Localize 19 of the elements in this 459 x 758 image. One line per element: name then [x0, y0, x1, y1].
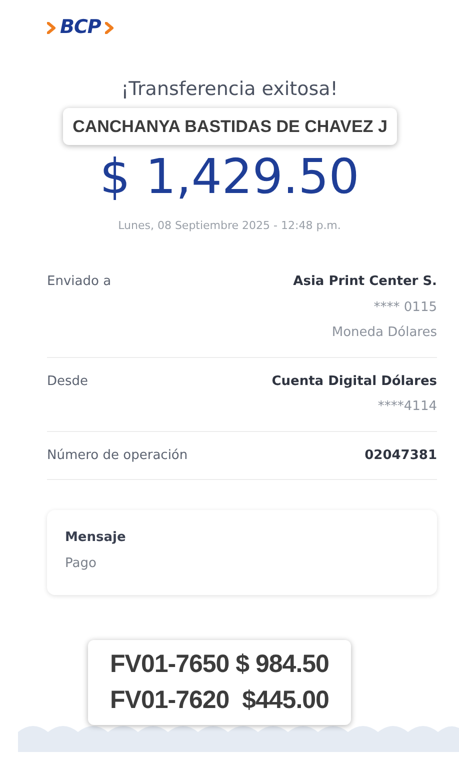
detail-subtext: ****4114 [376, 398, 437, 416]
message-label: Mensaje [65, 529, 127, 548]
amount: $ 1,429.50 [98, 151, 360, 204]
detail-value: Cuenta Digital Dólares [272, 372, 437, 391]
chevron-icon [47, 22, 56, 34]
detail-value: 02047381 [364, 446, 437, 465]
detail-label: Desde [47, 372, 88, 391]
name-label: CANCHANYA BASTIDAS DE CHAVEZ J [62, 108, 398, 145]
detail-subtext: **** 0115 [372, 298, 437, 317]
detail-label: Número de operación [47, 446, 188, 465]
bank-logo: BCP [60, 18, 101, 37]
detail-label: Enviado a [47, 273, 112, 292]
detail-subtext: Moneda Dólares [330, 324, 437, 342]
invoice-note: FV01-7650 $ 984.50 FV01-7620 $445.00 [88, 640, 351, 724]
detail-value: Asia Print Center S. [293, 273, 437, 292]
chevron-icon [104, 22, 114, 34]
date-time: Lunes, 08 Septiembre 2025 - 12:48 p.m. [117, 218, 342, 234]
message-text: Pago [65, 554, 98, 573]
success-title: ¡Transferencia exitosa! [120, 77, 339, 102]
